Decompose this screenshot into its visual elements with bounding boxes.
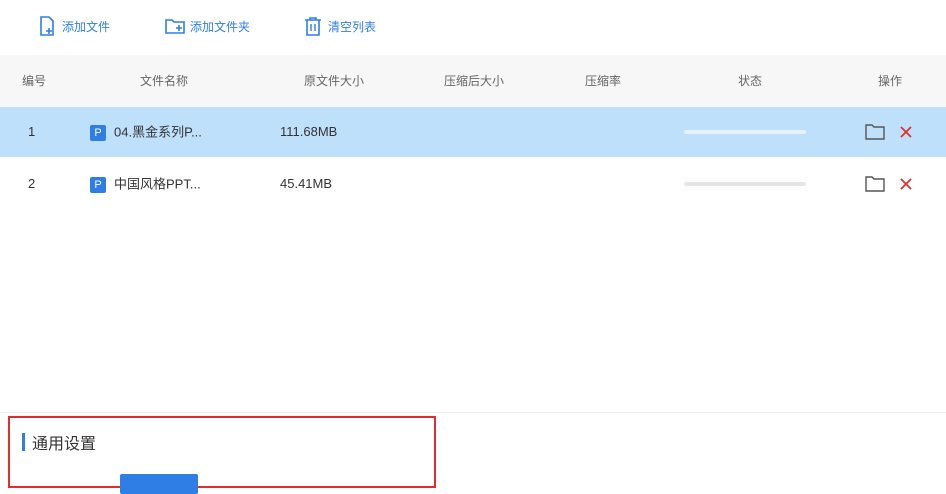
clear-list-label: 清空列表 <box>328 19 377 34</box>
column-compression-ratio: 压缩率 <box>585 74 622 88</box>
add-folder-label: 添加文件夹 <box>190 19 251 34</box>
file-name: 04.黑金系列P... <box>114 124 202 140</box>
toolbar: 添加文件 添加文件夹 清空列表 <box>0 0 946 55</box>
ppt-file-icon: P <box>90 176 106 193</box>
file-name: 中国风格PPT... <box>114 176 201 192</box>
add-folder-icon <box>164 15 186 37</box>
general-settings-panel: 通用设置 <box>8 416 436 494</box>
delete-button[interactable] <box>896 171 916 195</box>
open-folder-button[interactable] <box>864 122 886 142</box>
column-index: 编号 <box>22 74 47 88</box>
status-progress-bar <box>684 182 806 186</box>
add-file-label: 添加文件 <box>62 19 111 34</box>
section-accent-bar <box>22 433 25 451</box>
column-actions: 操作 <box>878 74 903 88</box>
column-original-size: 原文件大小 <box>304 74 365 88</box>
file-table-header: 编号 文件名称 原文件大小 压缩后大小 压缩率 状态 操作 <box>0 55 946 107</box>
file-name-cell: P 中国风格PPT... <box>90 159 201 209</box>
file-name-cell: P 04.黑金系列P... <box>90 107 202 157</box>
column-compressed-size: 压缩后大小 <box>444 74 505 88</box>
status-progress-bar <box>684 130 806 134</box>
trash-icon <box>302 15 324 37</box>
add-folder-button[interactable]: 添加文件夹 <box>164 13 250 39</box>
settings-title: 通用设置 <box>32 436 97 453</box>
close-icon <box>900 177 912 190</box>
clear-list-button[interactable]: 清空列表 <box>302 13 376 39</box>
add-file-icon <box>36 15 58 37</box>
open-folder-button[interactable] <box>864 174 886 194</box>
close-icon <box>900 125 912 138</box>
folder-icon <box>865 176 885 192</box>
column-file-name: 文件名称 <box>140 74 189 88</box>
column-status: 状态 <box>738 74 763 88</box>
folder-icon <box>865 124 885 140</box>
original-size: 45.41MB <box>280 176 333 191</box>
panel-divider <box>0 412 946 413</box>
settings-option-selected[interactable] <box>120 474 198 494</box>
table-row[interactable]: 1 P 04.黑金系列P... 111.68MB <box>0 107 946 157</box>
row-index: 1 <box>28 124 36 139</box>
add-file-button[interactable]: 添加文件 <box>36 13 110 39</box>
table-row[interactable]: 2 P 中国风格PPT... 45.41MB <box>0 159 946 209</box>
ppt-file-icon: P <box>90 124 106 141</box>
original-size: 111.68MB <box>280 124 338 139</box>
row-index: 2 <box>28 176 36 191</box>
delete-button[interactable] <box>896 119 916 143</box>
